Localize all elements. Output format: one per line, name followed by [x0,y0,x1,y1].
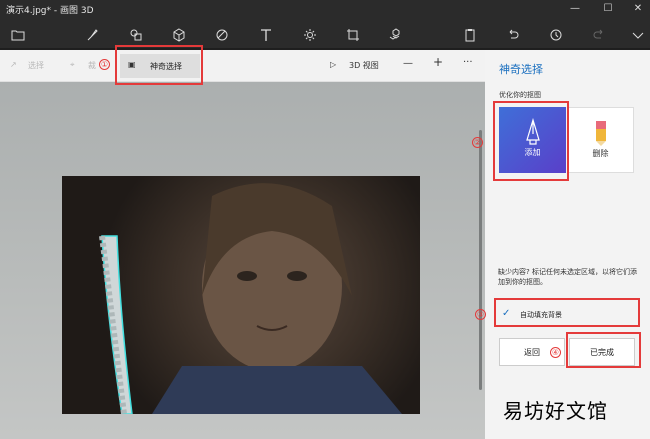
crop-button[interactable]: 裁 [88,60,96,71]
folder-icon[interactable] [8,25,28,45]
more-options-button[interactable]: ··· [463,57,473,68]
effects-icon[interactable] [300,25,320,45]
panel-title: 神奇选择 [499,63,543,76]
zoom-out-button[interactable]: — [403,58,413,69]
photo-content [99,183,402,414]
close-button[interactable]: ✕ [622,0,650,20]
3d-view-icon: ▷ [330,60,337,69]
maximize-button[interactable]: ☐ [592,0,624,20]
highlight-autofill [494,298,640,327]
3d-shapes-icon[interactable] [169,25,189,45]
crop-small-icon: ⌖ [70,60,75,69]
title-bar: 演示4.jpg* - 画图 3D — ☐ ✕ [0,0,650,20]
undo-icon[interactable] [503,25,523,45]
highlight-done [566,332,641,368]
redo-icon [589,25,609,45]
expand-icon[interactable] [628,25,648,45]
watermark-text: 易坊好文馆 [503,399,608,423]
3d-library-icon[interactable] [386,25,406,45]
paste-icon[interactable] [460,25,480,45]
minimize-button[interactable]: — [559,0,591,20]
highlight-magic-select [115,45,203,85]
zoom-in-button[interactable]: + [433,55,443,69]
text-icon[interactable] [256,25,276,45]
highlight-add-tile [493,101,569,181]
annotation-1: ① [99,59,110,70]
main-toolbar [0,20,650,49]
3d-view-button[interactable]: 3D 视图 [349,60,379,71]
sub-toolbar: ↗ 选择 ⌖ 裁 ▣ 神奇选择 ▷ 3D 视图 — + ··· [0,50,485,82]
crop-icon[interactable] [343,25,363,45]
delete-label: 删除 [592,149,609,158]
hint-text: 缺少内容? 标记任何未选定区域，以将它们添加到你的抠图。 [498,268,637,286]
stickers-icon[interactable] [212,25,232,45]
refine-label: 优化你的抠图 [499,91,541,99]
vertical-scrollbar[interactable] [479,130,482,390]
eraser-icon [568,118,633,148]
annotation-2: ② [472,137,483,148]
history-icon[interactable] [546,25,566,45]
select-button[interactable]: 选择 [28,60,44,71]
delete-tile-button[interactable]: 删除 [567,107,634,173]
annotation-3: ③ [475,309,486,320]
2d-shapes-icon[interactable] [126,25,146,45]
photo-image[interactable] [62,176,420,414]
select-cursor-icon: ↗ [10,60,17,69]
brush-icon[interactable] [82,25,102,45]
annotation-4: ④ [550,347,561,358]
window-title: 演示4.jpg* - 画图 3D [6,6,94,16]
